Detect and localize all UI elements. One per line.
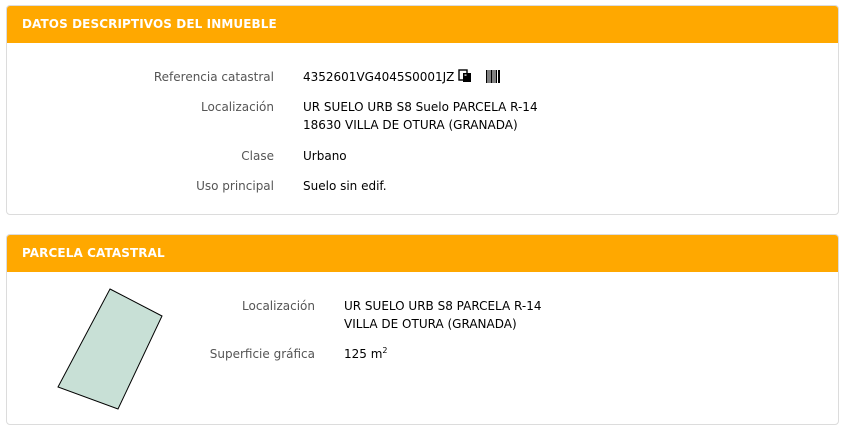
uso-label: Uso principal: [196, 179, 274, 193]
parcela-localizacion-label: Localización: [242, 299, 315, 313]
parcela-panel: PARCELA CATASTRAL Localización UR SUELO …: [6, 234, 839, 425]
superficie-unit-exponent: 2: [382, 346, 388, 355]
localizacion-line2: 18630 VILLA DE OTURA (GRANADA): [303, 118, 518, 132]
clase-value: Urbano: [303, 149, 347, 163]
descriptive-data-panel: DATOS DESCRIPTIVOS DEL INMUEBLE Referenc…: [6, 5, 839, 215]
uso-value: Suelo sin edif.: [303, 179, 387, 193]
parcela-localizacion-line1: UR SUELO URB S8 PARCELA R-14: [344, 299, 542, 313]
clase-label: Clase: [241, 149, 274, 163]
superficie-value-row: 125 m2: [344, 345, 388, 363]
copy-icon[interactable]: [458, 69, 472, 88]
parcela-localizacion-value: UR SUELO URB S8 PARCELA R-14 VILLA DE OT…: [344, 297, 541, 333]
barcode-icon[interactable]: [486, 70, 501, 88]
descriptive-data-header: DATOS DESCRIPTIVOS DEL INMUEBLE: [7, 6, 838, 43]
referencia-value-row: 4352601VG4045S0001JZ: [303, 68, 501, 88]
superficie-value: 125 m: [344, 347, 383, 361]
localizacion-label: Localización: [201, 100, 274, 114]
referencia-label: Referencia catastral: [153, 70, 274, 84]
localizacion-value: UR SUELO URB S8 Suelo PARCELA R-14 18630…: [303, 98, 538, 134]
parcela-header: PARCELA CATASTRAL: [7, 235, 838, 272]
superficie-label: Superficie gráfica: [209, 347, 315, 361]
parcela-localizacion-line2: VILLA DE OTURA (GRANADA): [344, 317, 517, 331]
referencia-value[interactable]: 4352601VG4045S0001JZ: [303, 70, 454, 84]
localizacion-line1: UR SUELO URB S8 Suelo PARCELA R-14: [303, 100, 538, 114]
